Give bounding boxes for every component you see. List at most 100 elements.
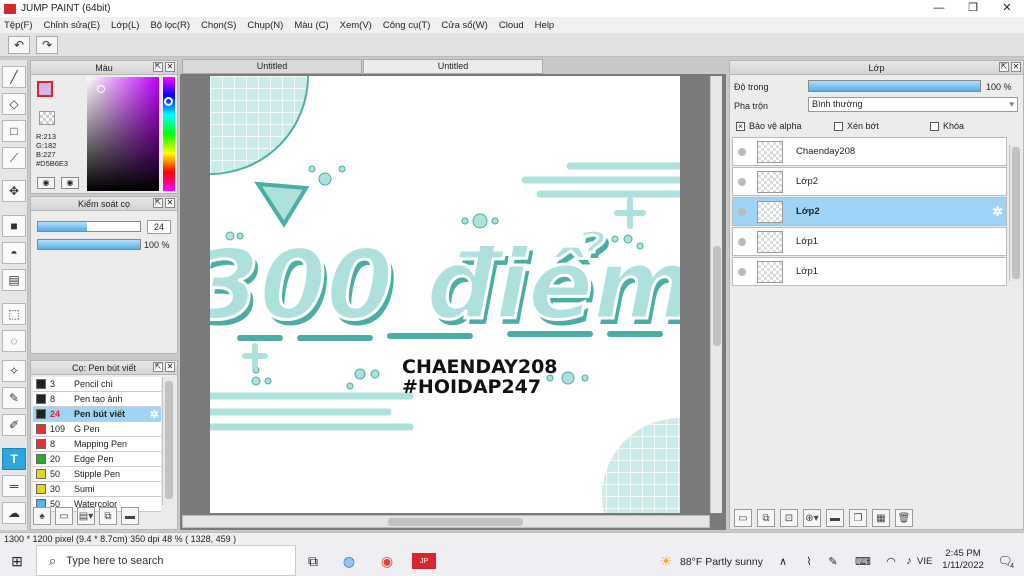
- brush-list-item[interactable]: 20 Edge Pen: [33, 452, 161, 467]
- edge-browser-icon[interactable]: ◍: [338, 551, 360, 571]
- text-tool[interactable]: T: [2, 448, 26, 470]
- layer-visibility-icon[interactable]: [738, 207, 746, 216]
- layer-row[interactable]: Lớp1: [732, 227, 1007, 256]
- layer-row[interactable]: Chaenday208: [732, 137, 1007, 166]
- minimize-button[interactable]: —: [922, 0, 956, 17]
- color-swap-button[interactable]: ◉: [61, 177, 79, 189]
- lock-checkbox[interactable]: Khóa: [930, 121, 964, 131]
- canvas-horizontal-scrollbar[interactable]: [182, 515, 710, 528]
- panel-float-icon[interactable]: ⇱: [153, 62, 163, 72]
- brush-size-slider[interactable]: [37, 221, 141, 232]
- menu-file[interactable]: Tệp(F): [4, 20, 33, 31]
- windows-start-icon[interactable]: ⊞: [6, 551, 28, 571]
- brush-tool[interactable]: ╱: [2, 66, 26, 88]
- input-language[interactable]: VIE: [917, 556, 932, 567]
- blend-mode-select[interactable]: Bình thường ▾: [808, 97, 1018, 112]
- keyboard-icon[interactable]: ⌨: [852, 551, 874, 571]
- tab-untitled-1[interactable]: Untitled: [182, 59, 362, 74]
- clip-checkbox[interactable]: Xén bớt: [834, 121, 879, 131]
- layer-folder-button[interactable]: ▬: [826, 509, 844, 527]
- merge-layer-button[interactable]: ⊡: [780, 509, 798, 527]
- brush-folder-button[interactable]: ▬: [121, 507, 139, 525]
- gear-icon[interactable]: ✲: [992, 204, 1003, 220]
- layer-list-scrollbar[interactable]: [1009, 145, 1021, 281]
- clock[interactable]: 2:45 PM 1/11/2022: [938, 548, 988, 572]
- layer-mask-button[interactable]: ▦: [872, 509, 890, 527]
- new-layer-button[interactable]: ▭: [734, 509, 752, 527]
- brush-preset-button[interactable]: ♠: [33, 507, 51, 525]
- panel-float-icon[interactable]: ⇱: [999, 62, 1009, 72]
- menu-select[interactable]: Chọn(S): [201, 20, 236, 31]
- layer-row[interactable]: Lớp2: [732, 167, 1007, 196]
- new-brush-button[interactable]: ▭: [55, 507, 73, 525]
- lasso-tool[interactable]: ◌: [2, 330, 26, 352]
- taskbar-search-box[interactable]: ⌕ Type here to search: [36, 545, 296, 576]
- panel-float-icon[interactable]: ⇱: [153, 198, 163, 208]
- menu-view[interactable]: Xem(V): [340, 20, 372, 31]
- undo-button[interactable]: ↶: [8, 36, 30, 54]
- eraser-tool[interactable]: ◇: [2, 93, 26, 115]
- panel-close-icon[interactable]: ✕: [165, 62, 175, 72]
- chrome-icon[interactable]: ◉: [376, 551, 398, 571]
- select-rect-tool[interactable]: ⬚: [2, 303, 26, 325]
- panel-float-icon[interactable]: ⇱: [153, 362, 163, 372]
- gear-icon[interactable]: ✲: [150, 408, 159, 421]
- layer-row[interactable]: Lớp1: [732, 257, 1007, 286]
- menu-edit[interactable]: Chỉnh sửa(E): [44, 20, 101, 31]
- menu-layer[interactable]: Lớp(L): [111, 20, 139, 31]
- fill-rect-tool[interactable]: ■: [2, 215, 26, 237]
- layer-visibility-icon[interactable]: [738, 177, 746, 186]
- panel-close-icon[interactable]: ✕: [165, 198, 175, 208]
- protect-alpha-checkbox[interactable]: × Bảo vệ alpha: [736, 121, 802, 131]
- magic-wand-tool[interactable]: ✧: [2, 360, 26, 382]
- jump-paint-taskbar-icon[interactable]: JP: [412, 553, 436, 569]
- layer-visibility-icon[interactable]: [738, 147, 746, 156]
- brush-list-item[interactable]: 30 Sumi: [33, 482, 161, 497]
- menu-tools[interactable]: Công cụ(T): [383, 20, 431, 31]
- tab-untitled-2[interactable]: Untitled: [363, 59, 543, 74]
- layer-options-button[interactable]: ⊕▾: [803, 509, 821, 527]
- brush-list-item[interactable]: 3 Pencil chì: [33, 377, 161, 392]
- hue-slider[interactable]: [163, 77, 175, 191]
- layer-visibility-icon[interactable]: [738, 267, 746, 276]
- select-pen-tool[interactable]: ✎: [2, 387, 26, 409]
- delete-layer-button[interactable]: 🗑: [895, 509, 913, 527]
- color-picker-button[interactable]: ◉: [37, 177, 55, 189]
- menu-filter[interactable]: Bộ lọc(R): [150, 20, 190, 31]
- panel-close-icon[interactable]: ✕: [1011, 62, 1021, 72]
- menu-capture[interactable]: Chụp(N): [247, 20, 283, 31]
- brush-opacity-slider[interactable]: [37, 239, 141, 250]
- task-view-icon[interactable]: ⧉: [302, 551, 324, 571]
- line-tool[interactable]: ⟋: [2, 147, 26, 169]
- foreground-color-swatch[interactable]: [37, 81, 53, 97]
- pen-icon[interactable]: ✎: [822, 551, 844, 571]
- cloud-tool[interactable]: ☁: [2, 502, 26, 524]
- menu-cloud[interactable]: Cloud: [499, 20, 524, 31]
- select-eraser-tool[interactable]: ✐: [2, 414, 26, 436]
- ruler-tool[interactable]: ═: [2, 475, 26, 497]
- redo-button[interactable]: ↷: [36, 36, 58, 54]
- menu-color[interactable]: Màu (C): [294, 20, 328, 31]
- brush-list-scrollbar[interactable]: [162, 377, 174, 505]
- saturation-value-picker[interactable]: [87, 77, 159, 191]
- brush-list-item[interactable]: 8 Pen tạo ảnh: [33, 392, 161, 407]
- new-layer-copy-button[interactable]: ⧉: [757, 509, 775, 527]
- brush-list-item[interactable]: 50 Stipple Pen: [33, 467, 161, 482]
- maximize-button[interactable]: ❐: [956, 0, 990, 17]
- brush-size-input[interactable]: 24: [147, 220, 171, 234]
- layer-clone-button[interactable]: ❐: [849, 509, 867, 527]
- bucket-tool[interactable]: ◓: [2, 242, 26, 264]
- panel-close-icon[interactable]: ✕: [165, 362, 175, 372]
- transparent-color-swatch[interactable]: [39, 111, 55, 125]
- menu-window[interactable]: Cửa sổ(W): [441, 20, 487, 31]
- brush-copy-button[interactable]: ⧉: [99, 507, 117, 525]
- network-icon[interactable]: ⌇: [798, 551, 820, 571]
- menu-help[interactable]: Help: [535, 20, 555, 31]
- brush-options-button[interactable]: ▤▾: [77, 507, 95, 525]
- rectangle-tool[interactable]: □: [2, 120, 26, 142]
- move-tool[interactable]: ✥: [2, 180, 26, 202]
- gradient-tool[interactable]: ▤: [2, 269, 26, 291]
- drawing-canvas[interactable]: 300 điểm 300 điểm CHAENDAY208 #HOIDAP247: [210, 76, 680, 513]
- brush-list-item[interactable]: 24 Pen bút viết ✲: [33, 407, 161, 422]
- brush-list-item[interactable]: 8 Mapping Pen: [33, 437, 161, 452]
